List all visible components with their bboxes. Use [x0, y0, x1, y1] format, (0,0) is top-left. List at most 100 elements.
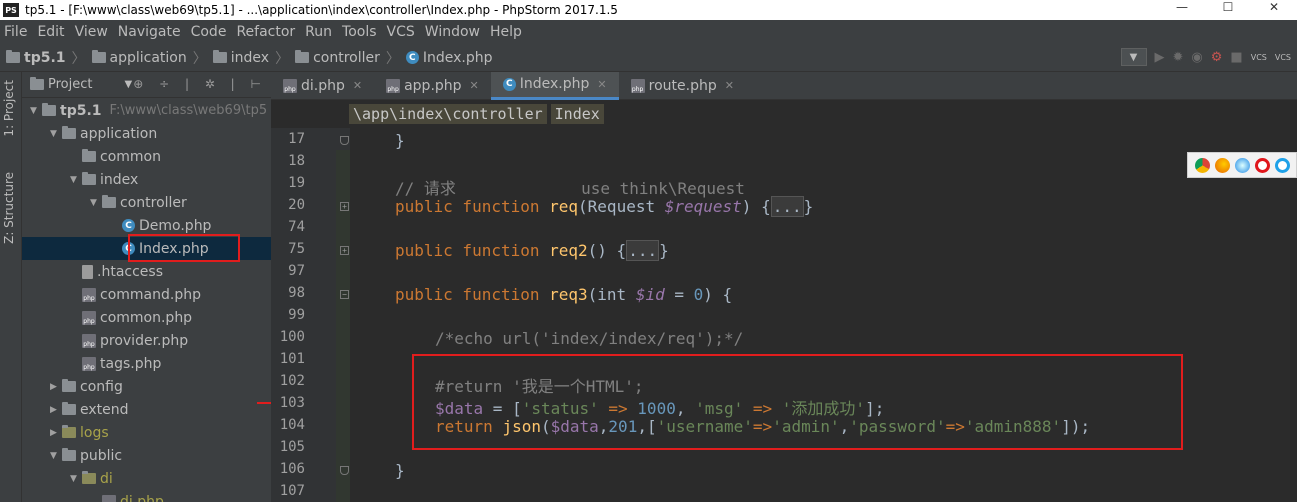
collapse-fold-icon[interactable]	[340, 136, 349, 145]
menu-tools[interactable]: Tools	[342, 24, 377, 40]
editor-tabs: php di.php ✕ php app.php ✕ C Index.php ✕ php ro…	[271, 71, 1297, 100]
line-number: 100	[279, 329, 305, 345]
menu-edit[interactable]: Edit	[37, 24, 64, 40]
safari-icon[interactable]	[1234, 157, 1250, 173]
tree-item-command-php[interactable]: php command.php	[22, 283, 271, 306]
tree-item-config[interactable]: ▶ config	[22, 375, 271, 398]
tree-item-demo-php[interactable]: C Demo.php	[22, 214, 271, 237]
code-line-102: #return '我是一个HTML';	[435, 377, 644, 396]
window-title: tp5.1 - [F:\www\class\web69\tp5.1] - ...…	[25, 3, 618, 17]
breadcrumb-file[interactable]: C Index.php	[405, 50, 493, 66]
close-icon[interactable]: ✕	[470, 79, 479, 92]
folder-icon	[62, 126, 76, 139]
tree-item-htaccess[interactable]: .htaccess	[22, 260, 271, 283]
folder-icon	[6, 50, 20, 63]
tree-item-common-php[interactable]: php common.php	[22, 306, 271, 329]
tree-item-index[interactable]: ▼ index	[22, 168, 271, 191]
project-panel: Project ▼ ⊕ ÷ | ✲ | ⊢ ▼ tp5.1 F:\www\class…	[22, 72, 271, 502]
menu-run[interactable]: Run	[305, 24, 332, 40]
project-tool-tab[interactable]: 1: Project	[2, 80, 16, 137]
menu-vcs[interactable]: VCS	[387, 24, 415, 40]
chevron-right-icon[interactable]: ▶	[50, 382, 62, 392]
tree-item-label: provider.php	[100, 332, 189, 349]
tree-item-public[interactable]: ▼ public	[22, 444, 271, 467]
class-icon: C	[122, 242, 135, 255]
menu-bar: File Edit View Navigate Code Refactor Ru…	[0, 20, 1297, 44]
chrome-icon[interactable]	[1194, 157, 1210, 173]
menu-code[interactable]: Code	[191, 24, 227, 40]
chevron-right-icon[interactable]: ▶	[50, 428, 62, 438]
panel-toolbar-icons[interactable]: ⊕ ÷ | ✲ | ⊢	[133, 77, 267, 91]
tree-item-tags-php[interactable]: php tags.php	[22, 352, 271, 375]
close-icon[interactable]: ✕	[597, 78, 606, 91]
tree-item-provider-php[interactable]: php provider.php	[22, 329, 271, 352]
collapse-fold-icon[interactable]: −	[340, 290, 349, 299]
tree-item-controller[interactable]: ▼ controller	[22, 191, 271, 214]
code-line-75: public function req2() {...}	[395, 240, 669, 261]
folder-icon	[82, 471, 96, 484]
opera-icon[interactable]	[1254, 157, 1270, 173]
coverage-icon[interactable]: ◉	[1191, 50, 1202, 65]
code-line-17: }	[395, 131, 405, 150]
chevron-down-icon[interactable]: ▼	[124, 79, 132, 90]
chevron-down-icon[interactable]: ▼	[70, 175, 82, 185]
namespace-crumb[interactable]: \app\index\controller	[349, 104, 547, 124]
tree-item-tp5-1[interactable]: ▼ tp5.1 F:\www\class\web69\tp5	[22, 99, 271, 122]
menu-navigate[interactable]: Navigate	[118, 24, 181, 40]
tab-route-php[interactable]: php route.php ✕	[619, 72, 746, 100]
close-icon[interactable]: ✕	[353, 79, 362, 92]
tree-item-logs[interactable]: ▶ logs	[22, 421, 271, 444]
project-view-selector[interactable]: Project	[48, 77, 92, 92]
folded-code-block[interactable]: ...	[626, 240, 660, 261]
tab-index-php[interactable]: C Index.php ✕	[490, 71, 619, 100]
tree-item-index-php[interactable]: C Index.php	[22, 237, 271, 260]
tree-item-label: controller	[120, 194, 187, 211]
tree-item-di[interactable]: ▼ di	[22, 467, 271, 490]
menu-view[interactable]: View	[75, 24, 108, 40]
breadcrumb-index[interactable]: index 〉	[212, 48, 295, 68]
tree-item-label: .htaccess	[97, 263, 163, 280]
breadcrumb-controller[interactable]: controller 〉	[295, 48, 406, 68]
folded-code-block[interactable]: ...	[770, 196, 804, 217]
chevron-down-icon[interactable]: ▼	[70, 474, 82, 484]
tree-item-application[interactable]: ▼ application	[22, 122, 271, 145]
line-number: 101	[279, 351, 305, 367]
class-crumb[interactable]: Index	[550, 104, 604, 124]
chevron-right-icon[interactable]: ▶	[50, 405, 62, 415]
maximize-button[interactable]: ☐	[1205, 0, 1251, 14]
tab-di-php[interactable]: php di.php ✕	[271, 72, 374, 100]
structure-tool-tab[interactable]: Z: Structure	[2, 172, 16, 244]
expand-fold-icon[interactable]: +	[340, 202, 349, 211]
tree-item-extend[interactable]: ▶ extend	[22, 398, 271, 421]
run-config-dropdown[interactable]: ▼	[1120, 48, 1147, 66]
ie-icon[interactable]	[1274, 157, 1290, 173]
tree-item-di-php[interactable]: php di.php	[22, 490, 271, 502]
tree-item-label: Demo.php	[139, 217, 212, 234]
vcs-commit-icon[interactable]: VCS	[1275, 53, 1291, 62]
breadcrumb-project[interactable]: tp5.1 〉	[6, 48, 92, 68]
tree-item-common[interactable]: common	[22, 145, 271, 168]
folder-icon	[91, 50, 106, 63]
breadcrumb-application[interactable]: application 〉	[91, 48, 213, 68]
close-button[interactable]: ✕	[1251, 0, 1297, 14]
close-icon[interactable]: ✕	[725, 79, 734, 92]
folder-icon	[62, 425, 76, 438]
chevron-down-icon[interactable]: ▼	[50, 451, 62, 461]
firefox-icon[interactable]	[1214, 157, 1230, 173]
expand-fold-icon[interactable]: +	[340, 246, 349, 255]
debug-icon[interactable]: ✹	[1173, 50, 1184, 65]
collapse-fold-icon[interactable]	[340, 466, 349, 475]
stop-icon[interactable]: ■	[1230, 50, 1242, 65]
tab-app-php[interactable]: php app.php ✕	[374, 72, 491, 100]
minimize-button[interactable]: —	[1159, 0, 1205, 14]
chevron-down-icon[interactable]: ▼	[90, 198, 102, 208]
vcs-update-icon[interactable]: VCS	[1251, 53, 1267, 62]
menu-refactor[interactable]: Refactor	[236, 24, 295, 40]
run-icon[interactable]: ▶	[1155, 50, 1165, 65]
menu-window[interactable]: Window	[425, 24, 480, 40]
menu-help[interactable]: Help	[490, 24, 522, 40]
menu-file[interactable]: File	[4, 24, 27, 40]
attach-icon[interactable]: ⚙	[1211, 50, 1223, 65]
chevron-down-icon[interactable]: ▼	[50, 129, 62, 139]
chevron-down-icon[interactable]: ▼	[30, 106, 42, 116]
